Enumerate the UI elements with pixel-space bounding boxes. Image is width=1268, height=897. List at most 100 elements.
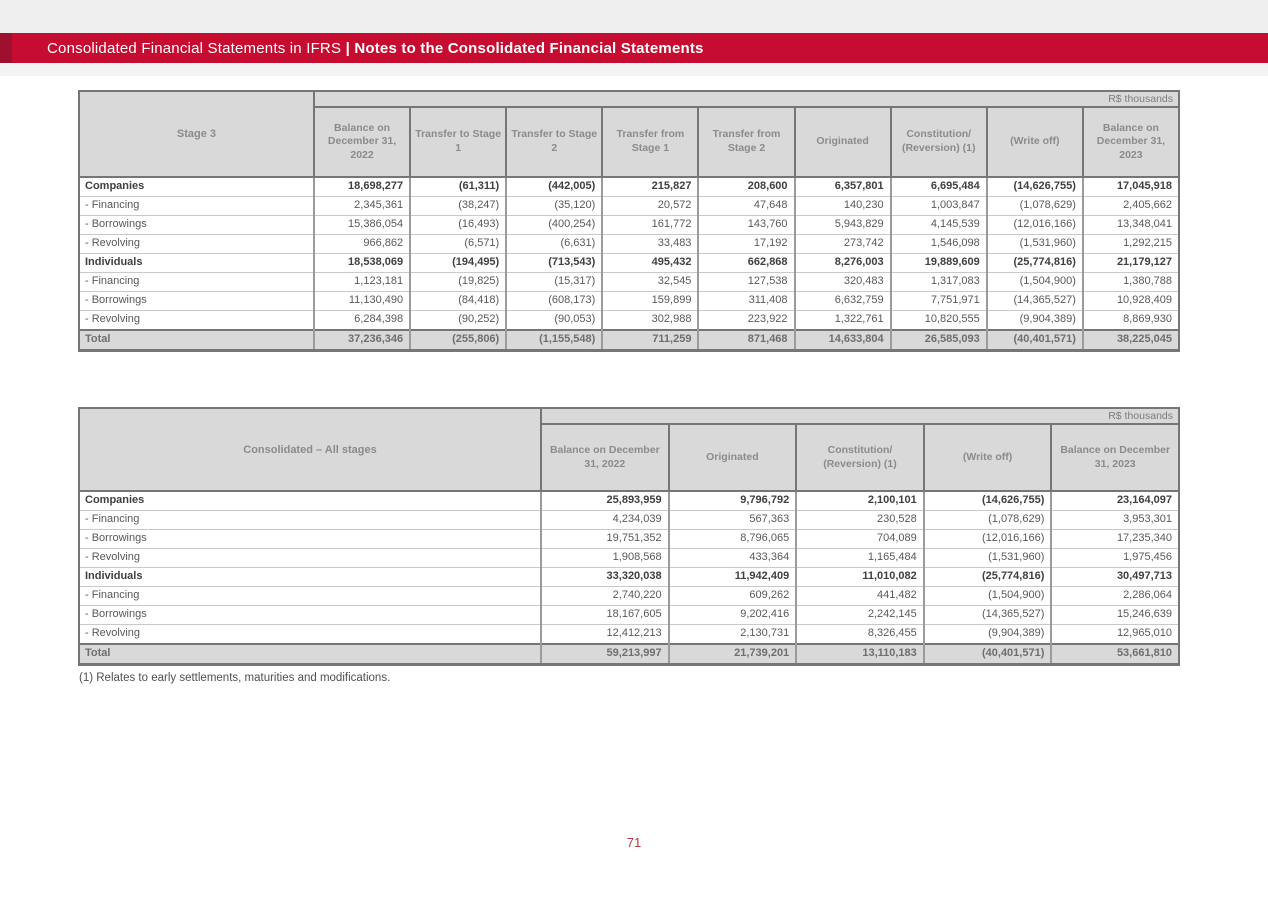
- table-corner-label: Stage 3: [78, 90, 315, 178]
- value-cell: 1,908,568: [540, 548, 669, 568]
- value-cell: (40,401,571): [985, 329, 1083, 351]
- value-cell: (14,365,527): [922, 605, 1052, 625]
- column-header: Transfer to Stage 1: [409, 106, 508, 178]
- stage3-table: Stage 3 R$ thousands Balance on December…: [78, 90, 1181, 352]
- page-title: Consolidated Financial Statements in IFR…: [47, 40, 704, 57]
- value-cell: 140,230: [793, 196, 891, 216]
- value-cell: (255,806): [409, 329, 507, 351]
- row-label: - Financing: [79, 586, 541, 606]
- value-cell: 7,751,971: [889, 291, 987, 311]
- stage3-table-body: Companies 18,698,277 (61,311) (442,005) 215,…: [79, 177, 1179, 351]
- row-label: - Financing: [79, 196, 314, 216]
- column-header: Constitution/ (Reversion) (1): [889, 106, 988, 178]
- value-cell: 320,483: [793, 272, 891, 292]
- value-cell: 2,740,220: [540, 586, 669, 606]
- value-cell: 6,632,759: [793, 291, 891, 311]
- table-row: - Borrowings 11,130,490 (84,418) (608,173) 1…: [79, 291, 1179, 311]
- value-cell: 18,538,069: [312, 253, 411, 273]
- value-cell: 17,192: [697, 234, 795, 254]
- value-cell: 19,889,609: [889, 253, 987, 273]
- value-cell: 1,317,083: [889, 272, 987, 292]
- value-cell: (6,631): [505, 234, 603, 254]
- page-title-bold: Notes to the Consolidated Financial Stat…: [354, 39, 704, 57]
- consolidated-table: Consolidated – All stages R$ thousands B…: [78, 407, 1180, 666]
- table-row: - Borrowings 19,751,352 8,796,065 704,089 (1…: [79, 529, 1179, 549]
- value-cell: 33,483: [601, 234, 699, 254]
- header-bar: Consolidated Financial Statements in IFR…: [0, 33, 1268, 63]
- column-header: Originated: [793, 106, 892, 178]
- value-cell: (1,155,548): [505, 329, 603, 351]
- value-cell: (608,173): [505, 291, 603, 311]
- table-total-row: Total 59,213,997 21,739,201 13,110,183 (40,4…: [79, 643, 1179, 665]
- value-cell: (194,495): [409, 253, 507, 273]
- value-cell: 2,130,731: [667, 624, 797, 645]
- value-cell: (84,418): [409, 291, 507, 311]
- value-cell: (442,005): [505, 177, 603, 197]
- value-cell: 25,893,959: [540, 491, 669, 511]
- value-cell: (1,531,960): [985, 234, 1083, 254]
- value-cell: (12,016,166): [922, 529, 1052, 549]
- value-cell: (9,904,389): [985, 310, 1083, 331]
- value-cell: 215,827: [601, 177, 699, 197]
- row-label: - Borrowings: [79, 605, 541, 625]
- row-label: - Revolving: [79, 548, 541, 568]
- value-cell: (14,626,755): [985, 177, 1083, 197]
- value-cell: 8,276,003: [793, 253, 891, 273]
- row-label: - Revolving: [79, 234, 314, 254]
- table-row: Companies 18,698,277 (61,311) (442,005) 215,…: [79, 177, 1179, 197]
- column-header: Originated: [667, 423, 798, 492]
- value-cell: 273,742: [793, 234, 891, 254]
- row-label: Individuals: [79, 567, 541, 587]
- value-cell: (15,317): [505, 272, 603, 292]
- value-cell: 11,010,082: [795, 567, 924, 587]
- row-label: Total: [79, 643, 541, 665]
- value-cell: 59,213,997: [540, 643, 669, 665]
- value-cell: 609,262: [667, 586, 797, 606]
- value-cell: 2,345,361: [312, 196, 411, 216]
- value-cell: 8,796,065: [667, 529, 797, 549]
- value-cell: 711,259: [601, 329, 699, 351]
- table-row: - Financing 2,740,220 609,262 441,482 (1,504…: [79, 586, 1179, 606]
- value-cell: (90,252): [409, 310, 507, 331]
- value-cell: (1,504,900): [985, 272, 1083, 292]
- value-cell: 2,405,662: [1081, 196, 1179, 216]
- value-cell: 4,145,539: [889, 215, 987, 235]
- document-page: Consolidated Financial Statements in IFR…: [0, 0, 1268, 897]
- value-cell: (25,774,816): [922, 567, 1052, 587]
- value-cell: 662,868: [697, 253, 795, 273]
- page-title-regular: Consolidated Financial Statements in IFR…: [47, 39, 342, 57]
- value-cell: 1,380,788: [1081, 272, 1179, 292]
- unit-row: Stage 3 R$ thousands: [78, 90, 1180, 178]
- column-header: Transfer to Stage 2: [505, 106, 604, 178]
- value-cell: 230,528: [795, 510, 924, 530]
- value-cell: (6,571): [409, 234, 507, 254]
- table-row: - Financing 2,345,361 (38,247) (35,120) 20,5…: [79, 196, 1179, 216]
- column-header: Balance on December 31, 2023: [1050, 423, 1180, 492]
- value-cell: (1,078,629): [985, 196, 1083, 216]
- value-cell: 2,242,145: [795, 605, 924, 625]
- value-cell: 18,698,277: [312, 177, 411, 197]
- column-header: (Write off): [985, 106, 1084, 178]
- value-cell: 12,965,010: [1050, 624, 1179, 645]
- table-row: - Financing 1,123,181 (19,825) (15,317) 32,5…: [79, 272, 1179, 292]
- value-cell: 1,003,847: [889, 196, 987, 216]
- value-cell: 14,633,804: [793, 329, 891, 351]
- table-row: Individuals 33,320,038 11,942,409 11,010,08…: [79, 567, 1179, 587]
- value-cell: (25,774,816): [985, 253, 1083, 273]
- row-label: Companies: [79, 177, 314, 197]
- value-cell: (1,504,900): [922, 586, 1052, 606]
- value-cell: 5,943,829: [793, 215, 891, 235]
- value-cell: (9,904,389): [922, 624, 1052, 645]
- value-cell: 3,953,301: [1050, 510, 1179, 530]
- row-label: - Financing: [79, 510, 541, 530]
- value-cell: 47,648: [697, 196, 795, 216]
- table-row: Companies 25,893,959 9,796,792 2,100,101 (14…: [79, 491, 1179, 511]
- column-header: Balance on December 31, 2023: [1081, 106, 1181, 178]
- value-cell: 15,246,639: [1050, 605, 1179, 625]
- column-header: Transfer from Stage 1: [601, 106, 700, 178]
- value-cell: 37,236,346: [312, 329, 411, 351]
- table-row: - Borrowings 18,167,605 9,202,416 2,242,145…: [79, 605, 1179, 625]
- value-cell: 12,412,213: [540, 624, 669, 645]
- value-cell: 18,167,605: [540, 605, 669, 625]
- value-cell: (1,078,629): [922, 510, 1052, 530]
